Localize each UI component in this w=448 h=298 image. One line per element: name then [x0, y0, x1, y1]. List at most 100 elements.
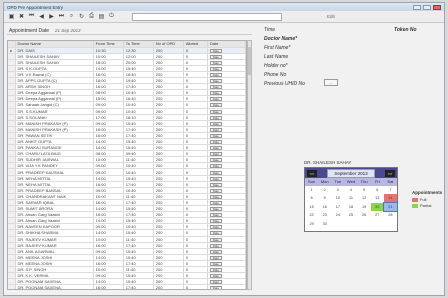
table-row[interactable]: DR. Deepa Aggarwal (P) 15:00 16:40 200 0 Date [8, 95, 246, 103]
table-row[interactable]: DR. PAWAN SETHI 16:00 17:40 200 0 Date [8, 132, 246, 140]
calendar-day[interactable]: 11 [344, 194, 357, 202]
date-button[interactable]: Date [209, 127, 222, 132]
calendar-day[interactable]: 15 [305, 203, 318, 211]
date-button[interactable]: Date [209, 188, 222, 193]
date-button[interactable]: Date [209, 219, 222, 223]
first-record-icon[interactable]: ⏮ [28, 13, 35, 20]
calendar-day[interactable]: 30 [318, 220, 331, 228]
table-row[interactable]: DR. Ahsan Garg Vaastri 16:00 17:40 200 0 Date [8, 211, 246, 219]
table-row[interactable]: DR. SHAILESH SAHAY 18:00 20:00 200 0 Date [8, 59, 246, 66]
table-row[interactable]: DR. NEHA MITTAL 16:00 17:40 200 0 Date [8, 181, 246, 188]
date-button[interactable]: Date [209, 182, 222, 187]
table-row[interactable]: DR. S.S.KUMAR 09:00 10:40 200 0 Date [8, 108, 246, 115]
toolbar-search-field[interactable] [132, 12, 282, 21]
date-button[interactable]: Date [209, 79, 222, 83]
date-button[interactable]: Date [209, 231, 222, 235]
calendar-day[interactable]: 28 [384, 211, 397, 219]
table-row[interactable]: DR. MANISH PRAKASH (P) 16:00 17:40 200 0 Date [8, 126, 246, 133]
date-button[interactable]: Date [209, 97, 222, 101]
table-row[interactable]: DR. ANIL AGARWAL 09:00 10:40 200 0 Date [8, 248, 246, 255]
date-button[interactable]: Date [209, 133, 222, 138]
date-button[interactable]: Date [209, 66, 222, 71]
date-button[interactable]: Date [209, 146, 222, 150]
calendar-day[interactable]: 24 [331, 211, 344, 219]
table-row[interactable]: DR. RAJEEV KUMAR 10:00 11:40 200 0 Date [8, 236, 246, 243]
table-row[interactable]: DR. S.K.GUPTA 14:00 15:40 200 0 Date [8, 65, 246, 72]
table-row[interactable]: DR. V.K.Rawat (C) 16:00 18:40 200 0 Date [8, 71, 246, 79]
disk-icon[interactable]: ▤ [98, 13, 105, 20]
calendar-day[interactable]: 1 [305, 186, 318, 194]
date-button[interactable]: Date [209, 225, 222, 229]
date-button[interactable]: Date [209, 164, 222, 168]
date-button[interactable]: Date [209, 158, 222, 162]
table-row[interactable]: DR. NEHA MITTAL 14:00 15:40 200 0 Date [8, 175, 246, 182]
calendar-day[interactable]: 27 [371, 211, 384, 219]
calendar-day[interactable]: 21 [382, 201, 399, 213]
table-row[interactable]: DR. Deepa Aggarwal (P) 08:00 10:40 200 0 Date [8, 89, 246, 97]
calendar-day[interactable]: 7 [384, 186, 397, 194]
save-icon[interactable]: ▣ [8, 13, 15, 20]
table-row[interactable]: DR. SUDHIR JAISWAL 10:00 11:40 200 0 Date [8, 156, 246, 164]
date-button[interactable]: Date [209, 109, 222, 114]
calendar-day[interactable]: 25 [344, 211, 357, 219]
date-button[interactable]: Date [209, 200, 222, 205]
print-icon[interactable]: ⎙ [88, 13, 95, 20]
table-row[interactable]: DR. CHARU LATA BAIG 08:00 09:40 200 0 Date [8, 150, 246, 158]
calendar-day[interactable]: 17 [331, 203, 344, 211]
table-row[interactable]: DR. RAJEEV KUMAR 16:00 17:40 200 0 Date [8, 242, 246, 249]
search-icon[interactable]: ⌕ [68, 13, 75, 20]
date-button[interactable]: Date [209, 54, 222, 59]
calendar-day[interactable]: 9 [318, 194, 331, 202]
date-button[interactable]: Date [209, 255, 222, 260]
calendar-day[interactable]: 20 [370, 202, 384, 212]
date-button[interactable]: Date [209, 213, 222, 217]
date-button[interactable]: Date [209, 115, 222, 120]
table-row[interactable]: DR. SUMIT ARORA 14:00 15:40 200 0 Date [8, 205, 246, 213]
calendar-day[interactable]: 3 [331, 186, 344, 194]
calendar-day[interactable]: 22 [305, 211, 318, 219]
calendar-day[interactable]: 13 [371, 194, 384, 202]
table-row[interactable]: DR. PRADEEP BANSAL 09:00 10:40 200 0 Date [8, 187, 246, 194]
previous-record-icon[interactable]: ◀ [38, 13, 45, 20]
calendar-day[interactable]: 14 [383, 194, 397, 203]
minimize-button[interactable] [413, 4, 421, 10]
date-button[interactable]: Date [209, 121, 222, 126]
table-row[interactable]: DR. MEENA JOSHI 14:00 15:40 200 0 Date [8, 254, 246, 261]
table-row[interactable]: DR. Sahaab Jangid (C) 09:00 10:40 200 0 Date [8, 101, 246, 109]
calendar-day[interactable]: 18 [344, 203, 357, 211]
calendar-day[interactable]: 6 [371, 186, 384, 194]
refresh-icon[interactable]: ↻ [78, 13, 85, 20]
calendar-next-button[interactable]: >> [385, 169, 395, 177]
calendar-prev-button[interactable]: << [307, 169, 317, 177]
table-row[interactable]: DR. MANISH PRAKASH (P) 09:00 10:40 200 0 Date [8, 120, 246, 127]
date-button[interactable]: Date [209, 140, 222, 144]
date-button[interactable]: Date [209, 268, 222, 272]
table-row[interactable]: DR. NAVEEN KAPOOR 09:00 10:40 200 0 Date [8, 223, 246, 231]
date-button[interactable]: Date [209, 249, 222, 254]
calendar-day[interactable]: 2 [318, 186, 331, 194]
calendar-day[interactable]: 29 [305, 220, 318, 228]
appointment-date-value[interactable]: 21 Sep 2013 [55, 28, 81, 33]
calendar-day[interactable]: 16 [318, 203, 331, 211]
table-row[interactable]: DR. PANKAJ SURANGE 14:00 15:40 200 0 Date [8, 144, 246, 152]
close-button[interactable] [433, 4, 441, 10]
date-button[interactable]: Date [209, 207, 222, 211]
table-row[interactable]: DR. SHAILESH SAHAY 10:00 12:00 200 0 Date [8, 53, 246, 60]
date-button[interactable]: Date [209, 286, 222, 289]
table-row[interactable]: DR. ARSH SINGH 16:00 17:40 200 0 Date [8, 83, 246, 91]
date-button[interactable]: Date [209, 274, 222, 278]
date-button[interactable]: Date [209, 73, 222, 77]
table-row[interactable]: DR. POONAM SAXENA 16:00 17:40 200 0 Date [8, 284, 246, 289]
date-button[interactable]: Date [209, 194, 222, 199]
table-row[interactable]: DR. SARVAR IQBAL 16:00 17:40 200 0 Date [8, 199, 246, 207]
date-button[interactable]: Date [209, 152, 222, 156]
last-record-icon[interactable]: ⏭ [58, 13, 65, 20]
table-row[interactable]: DR. SHIKHA SHARMA 14:00 15:40 200 0 Date [8, 229, 246, 237]
exit-icon[interactable]: ⏻ [108, 13, 115, 20]
delete-icon[interactable]: ✖ [18, 13, 25, 20]
date-button[interactable]: Date [209, 103, 222, 108]
calendar-day[interactable]: 26 [358, 211, 371, 219]
maximize-button[interactable] [423, 4, 431, 10]
table-row[interactable]: DR. POONAM SAXENA 14:00 15:40 200 0 Date [8, 278, 246, 286]
table-row[interactable]: DR. VIJA Y.K PANDEY 09:00 10:40 200 0 Date [8, 162, 246, 170]
